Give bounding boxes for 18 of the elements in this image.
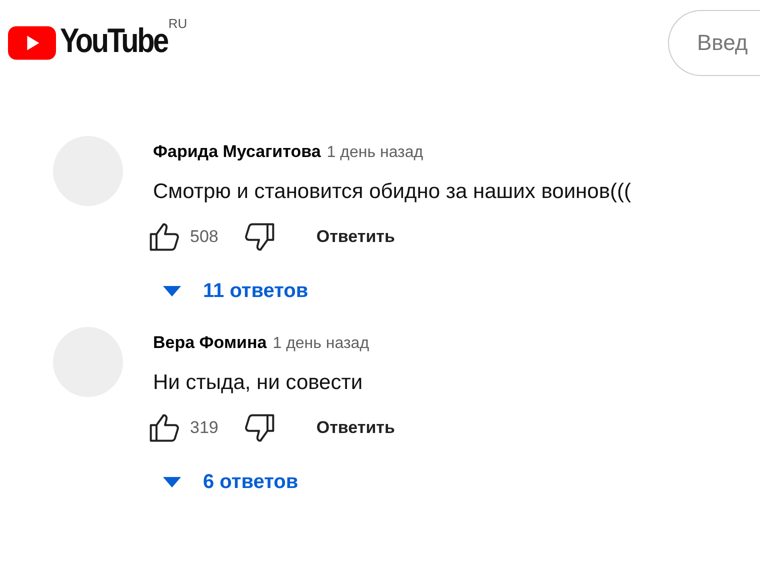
search-field[interactable]: Введ	[668, 10, 760, 76]
like-count: 319	[190, 418, 218, 438]
comment-text: Ни стыда, ни совести	[153, 371, 364, 395]
comment-author[interactable]: Фарида Мусагитова	[153, 142, 321, 162]
replies-toggle[interactable]: 11 ответов	[155, 276, 314, 307]
region-label: RU	[168, 16, 188, 30]
logo-text: YouTube	[60, 22, 168, 60]
reply-button[interactable]: Ответить	[304, 221, 407, 253]
like-count: 508	[190, 227, 218, 247]
replies-toggle[interactable]: 6 ответов	[155, 467, 304, 498]
caret-down-icon	[161, 286, 183, 298]
comment-author[interactable]: Вера Фомина	[153, 333, 267, 353]
comment-text: Смотрю и становится обидно за наших воинов(((	[153, 180, 631, 204]
reply-button[interactable]: Ответить	[304, 412, 407, 444]
comment-time[interactable]: 1 день назад	[272, 335, 370, 353]
comment-time[interactable]: 1 день назад	[326, 144, 424, 162]
caret-down-icon	[161, 476, 183, 488]
youtube-logo-icon	[8, 26, 56, 60]
